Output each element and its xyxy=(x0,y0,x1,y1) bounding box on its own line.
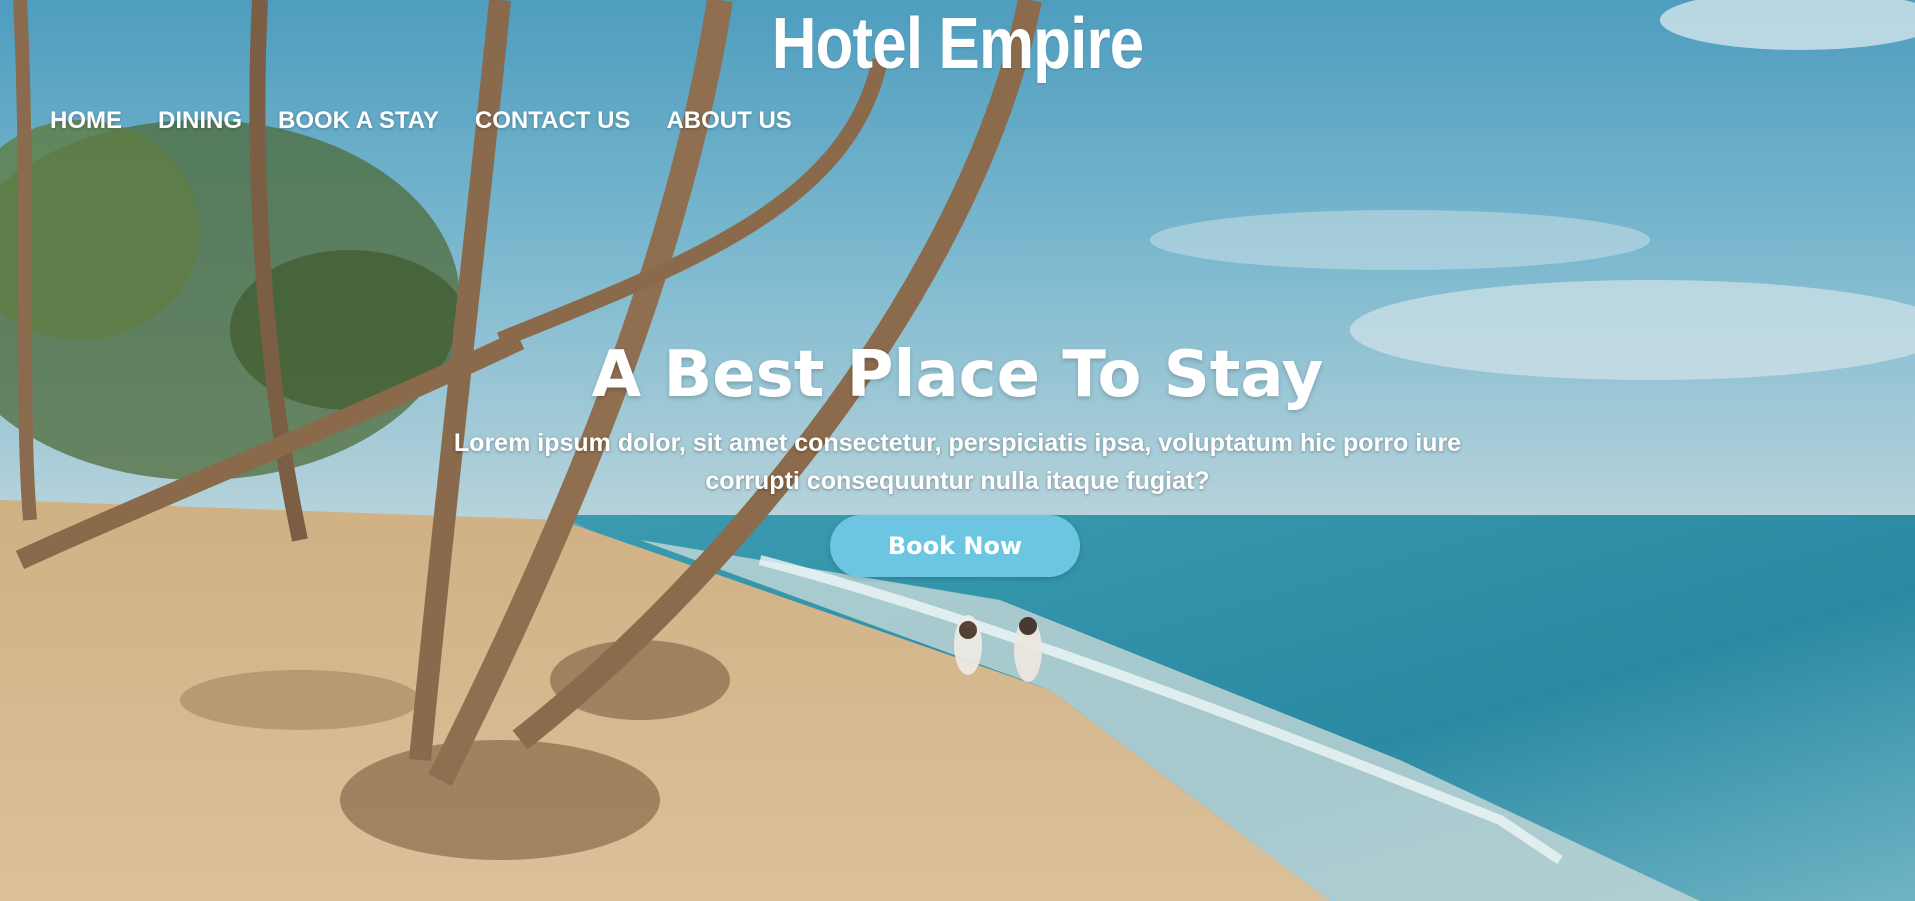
nav-item-book-a-stay[interactable]: BOOK A STAY xyxy=(278,104,439,138)
nav-item-about-us[interactable]: ABOUT US xyxy=(666,104,791,138)
nav-item-home[interactable]: HOME xyxy=(50,104,122,138)
hero-headline: A Best Place To Stay xyxy=(591,338,1324,412)
book-now-button[interactable]: Book Now xyxy=(830,515,1080,577)
hero-section: Hotel Empire HOME DINING BOOK A STAY CON… xyxy=(0,0,1915,901)
nav-item-contact-us[interactable]: CONTACT US xyxy=(475,104,631,138)
hero-description: Lorem ipsum dolor, sit amet consectetur,… xyxy=(453,429,1462,495)
site-title[interactable]: Hotel Empire xyxy=(134,4,1781,84)
main-navigation: HOME DINING BOOK A STAY CONTACT US ABOUT… xyxy=(50,104,828,138)
nav-item-dining[interactable]: DINING xyxy=(158,104,242,138)
